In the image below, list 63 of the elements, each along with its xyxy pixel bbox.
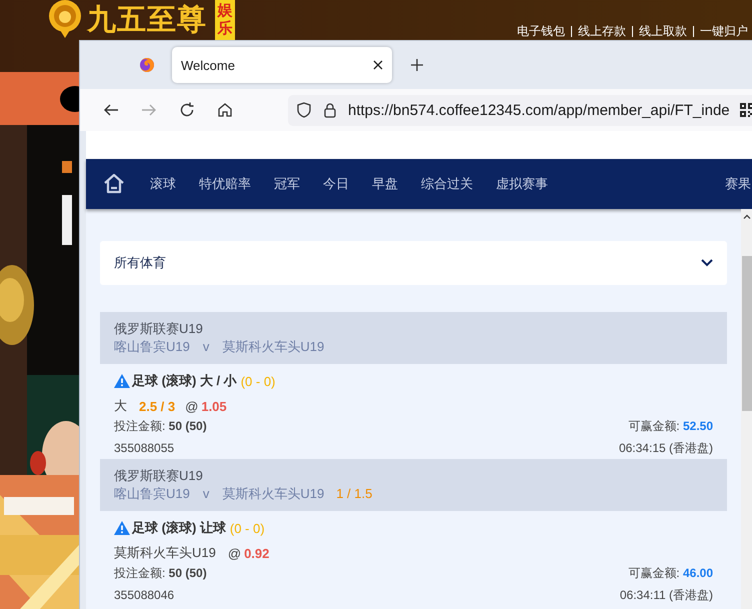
selection-text: 大 [114,397,127,415]
team-name: 喀山鲁宾U19 [114,338,190,356]
warning-icon [114,374,130,388]
payout-text: 可赢金额: 52.50 [628,418,713,434]
nav-item[interactable]: 滚球 [150,175,176,193]
team-name: 莫斯科火车头U19 [222,485,324,503]
stake-text: 投注金额: 50 (50) [114,564,207,582]
url-text: https://bn574.coffee12345.com/app/member_api/FT_inde [348,102,730,118]
address-bar[interactable]: https://bn574.coffee12345.com/app/member_api/FT_inde [288,94,752,126]
scroll-up-icon[interactable] [743,214,751,219]
site-link[interactable]: 线上存款 [578,23,626,40]
team-name: 喀山鲁宾U19 [114,485,190,503]
versus-label: v [202,485,210,503]
shield-icon[interactable] [296,102,312,118]
warning-icon [114,521,130,535]
new-tab-icon[interactable] [411,59,423,71]
browser-tab[interactable]: Welcome [172,47,392,83]
versus-label: v [202,338,210,356]
handicap-value: 1 / 1.5 [336,485,372,503]
ticket-number: 355088055 [114,441,174,455]
stake-text: 投注金额: 50 (50) [114,418,207,434]
market-title: 足球 (滚球) 大 / 小 [132,372,237,390]
at-sign: @ [228,546,242,560]
scroll-thumb[interactable] [742,256,752,411]
home-icon[interactable] [217,102,233,118]
nav-item[interactable]: 早盘 [372,175,398,193]
score-text: (0 - 0) [240,374,276,388]
logo-text: 九五至尊 [87,2,207,36]
nav-item[interactable]: 冠军 [274,175,300,193]
selection-text: 莫斯科火车头U19 [114,544,216,562]
odds-value: 1.05 [201,398,227,414]
bet-time: 06:34:11 (香港盘) [620,586,713,604]
qr-code-icon[interactable] [740,103,752,117]
logo-badge: 娱乐 [215,0,235,40]
at-sign: @ [185,398,198,414]
nav-item[interactable]: 赛果 [725,175,751,193]
scrollbar[interactable] [741,209,752,609]
nav-item[interactable]: 虚拟赛事 [496,175,548,193]
league-name: 俄罗斯联赛U19 [114,467,204,485]
bet-time: 06:34:15 (香港盘) [618,440,713,456]
lock-icon[interactable] [322,102,338,118]
nav-item[interactable]: 今日 [323,175,349,193]
ticket-number: 355088046 [114,588,174,602]
tab-title: Welcome [181,58,235,72]
back-icon[interactable] [103,102,119,118]
team-name: 莫斯科火车头U19 [222,338,324,356]
sport-dropdown[interactable]: 所有体育 [100,241,727,285]
chevron-down-icon [701,259,713,267]
odds-value: 0.92 [244,546,270,560]
market-title: 足球 (滚球) 让球 [132,519,226,537]
site-link[interactable]: 电子钱包 [517,23,565,40]
score-text: (0 - 0) [230,520,265,536]
logo-icon [47,0,83,38]
nav-item[interactable]: 特优赔率 [199,175,251,193]
site-link[interactable]: 线上取款 [639,23,687,40]
league-name: 俄罗斯联赛U19 [114,320,204,338]
site-link[interactable]: 一键归户 [700,23,748,40]
firefox-icon[interactable] [139,57,155,73]
nav-item[interactable]: 综合过关 [421,175,473,193]
reload-icon[interactable] [179,102,195,118]
line-value: 2.5 / 3 [139,398,176,414]
payout-text: 可赢金额: 46.00 [628,564,713,582]
close-icon[interactable] [373,60,383,70]
